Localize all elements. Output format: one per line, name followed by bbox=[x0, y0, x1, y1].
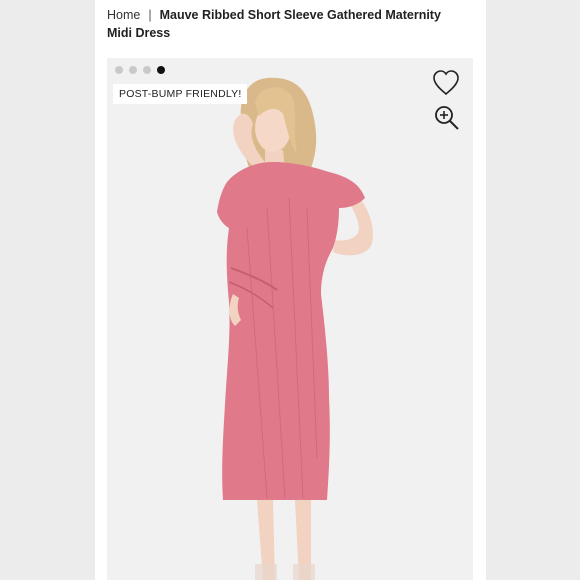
post-bump-badge: POST-BUMP FRIENDLY! bbox=[113, 84, 248, 104]
gallery-dot[interactable] bbox=[143, 66, 151, 74]
gallery-pagination-dots bbox=[115, 66, 165, 74]
product-photo bbox=[217, 77, 373, 580]
screenshot-frame: Home | Mauve Ribbed Short Sleeve Gathered … bbox=[0, 0, 580, 580]
breadcrumb-current-product: Mauve Ribbed Short Sleeve Gathered Mater… bbox=[107, 8, 441, 40]
breadcrumb-home-link[interactable]: Home bbox=[107, 8, 140, 22]
breadcrumb-separator: | bbox=[148, 8, 152, 22]
zoom-in-icon[interactable] bbox=[433, 104, 461, 132]
gallery-dot[interactable] bbox=[129, 66, 137, 74]
gallery-dot-active[interactable] bbox=[157, 66, 165, 74]
gallery-dot[interactable] bbox=[115, 66, 123, 74]
product-image-gallery[interactable]: POST-BUMP FRIENDLY! bbox=[107, 58, 473, 580]
breadcrumb: Home | Mauve Ribbed Short Sleeve Gathered … bbox=[107, 6, 467, 42]
product-page: Home | Mauve Ribbed Short Sleeve Gathered … bbox=[95, 0, 486, 580]
heart-icon[interactable] bbox=[431, 68, 461, 98]
